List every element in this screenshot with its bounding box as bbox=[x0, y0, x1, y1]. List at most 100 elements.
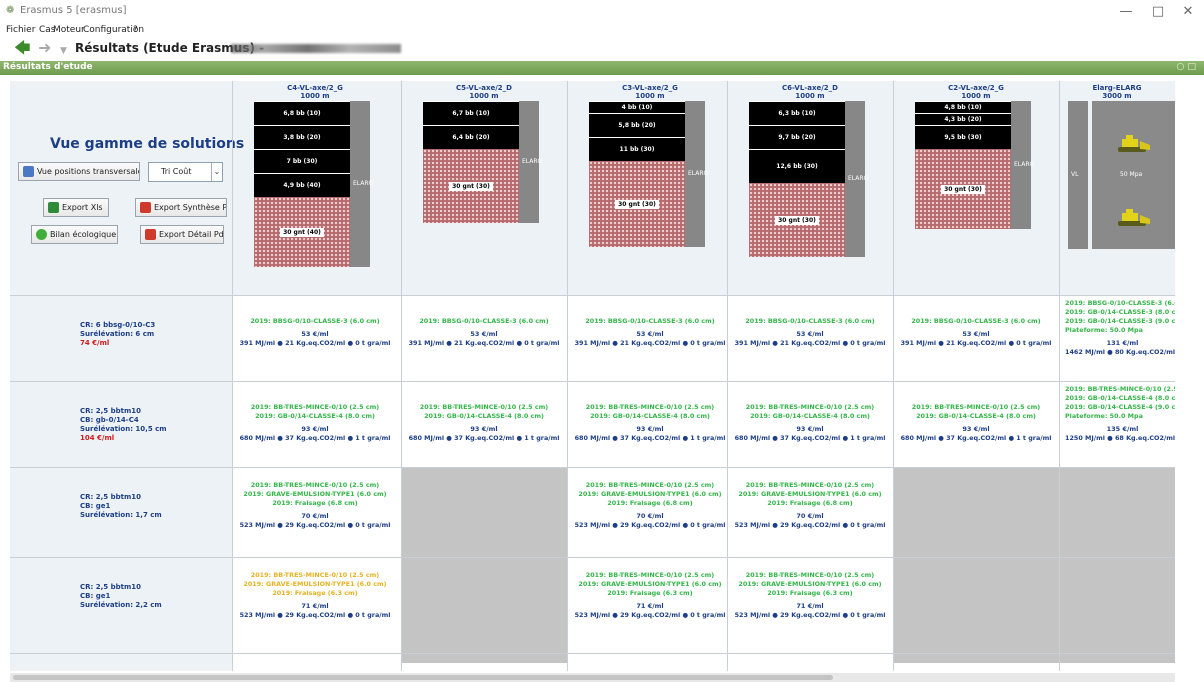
row-label-line: Surélévation: 10,5 cm bbox=[80, 425, 167, 433]
cell-price: 71 €/ml bbox=[636, 602, 664, 610]
solution-cell[interactable]: 2019: BB-TRES-MINCE-0/10 (2.5 cm) 2019: G… bbox=[730, 481, 890, 530]
column-length: 3000 m bbox=[1102, 92, 1132, 100]
structure-line: 2019: GRAVE-EMULSION-TYPE1 (6.0 cm) bbox=[243, 490, 387, 498]
scrollbar-thumb[interactable] bbox=[13, 675, 833, 680]
list-icon bbox=[23, 166, 34, 177]
structure-line: 2019: Fraisage (6.3 cm) bbox=[767, 589, 853, 597]
structure-line: 2019: GRAVE-EMULSION-TYPE1 (6.0 cm) bbox=[738, 490, 882, 498]
structure-line: 2019: BBSG-0/10-CLASSE-3 (6.0 cm) bbox=[1065, 299, 1175, 307]
bilan-ecologique-button[interactable]: Bilan écologique bbox=[31, 225, 118, 244]
export-detail-pdf-button[interactable]: Export Détail Pdf bbox=[140, 225, 224, 244]
cell-price: 131 €/ml bbox=[1106, 339, 1139, 347]
structure-line: 2019: BB-TRES-MINCE-0/10 (2.5 cm) bbox=[585, 403, 715, 411]
bitumen-layer: 6,8 bb (10) bbox=[254, 101, 350, 125]
structure-line: 2019: Fraisage (6.3 cm) bbox=[607, 589, 693, 597]
cell-impact: 523 MJ/ml ● 29 Kg.eq.CO2/ml ● 0 t gra/ml bbox=[574, 611, 726, 619]
solution-cell[interactable]: 2019: BB-TRES-MINCE-0/10 (2.5 cm) 2019: G… bbox=[235, 403, 395, 443]
solution-cell[interactable]: 2019: BBSG-0/10-CLASSE-3 (6.0 cm) 53 €/ml… bbox=[235, 317, 395, 348]
solution-cell[interactable]: 2019: BB-TRES-MINCE-0/10 (2.5 cm) 2019: G… bbox=[404, 403, 564, 443]
sort-select[interactable]: Tri Coût ⌄ bbox=[148, 162, 223, 182]
pavement-stack: 6,3 bb (10) 9,7 bb (20) 12,6 bb (30) 30 gnt… bbox=[749, 101, 845, 257]
structure-line: 2019: GB-0/14-CLASSE-4 (8.0 cm) bbox=[750, 412, 870, 420]
elarg-strip: ELARG bbox=[1011, 101, 1035, 229]
structure-line: Plateforme: 50.0 Mpa bbox=[1065, 326, 1143, 334]
pavement-stack: 4,8 bb (10) 4,3 bb (20) 9,5 bb (30) 30 gnt … bbox=[915, 101, 1011, 229]
menu-help[interactable]: ? bbox=[133, 25, 138, 35]
bitumen-layer: 4 bb (10) bbox=[589, 101, 685, 113]
structure-line: 2019: GB-0/14-CLASSE-4 (8.0 cm) bbox=[590, 412, 710, 420]
cell-price: 135 €/ml bbox=[1106, 425, 1139, 433]
gnt-label: 30 gnt (30) bbox=[615, 199, 659, 209]
column-name: C6-VL-axe/2_D bbox=[782, 84, 838, 92]
toolbar: 🡄 ➜ ▼ Résultats (Etude Erasmus) - bbox=[0, 38, 1204, 60]
row-cost: 74 €/ml bbox=[80, 339, 110, 347]
menu-moteur[interactable]: Moteur bbox=[53, 25, 85, 35]
bitumen-layer: 12,6 bb (30) bbox=[749, 149, 845, 183]
close-icon[interactable]: ✕ bbox=[1170, 2, 1204, 22]
panel-header: Résultats d'etude ○ □ bbox=[0, 61, 1204, 75]
gnt-label: 30 gnt (30) bbox=[941, 184, 985, 194]
solution-cell[interactable]: 2019: BB-TRES-MINCE-0/10 (2.5 cm) 2019: G… bbox=[235, 481, 395, 530]
gnt-label: 30 gnt (40) bbox=[280, 227, 324, 237]
structure-line: 2019: BBSG-0/10-CLASSE-3 (6.0 cm) bbox=[745, 317, 875, 325]
row-label: CR: 2,5 bbtm10 CB: ge1 Surélévation: 2,2 c… bbox=[80, 583, 230, 610]
row-cost: 104 €/ml bbox=[80, 434, 115, 442]
solution-cell[interactable]: 2019: BB-TRES-MINCE-0/10 (2.5 cm) 2019: G… bbox=[570, 403, 730, 443]
structure-line: 2019: GB-0/14-CLASSE-4 (8.0 cm) bbox=[916, 412, 1036, 420]
bitumen-layer: 4,8 bb (10) bbox=[915, 101, 1011, 113]
horizontal-scrollbar[interactable] bbox=[10, 673, 1175, 682]
solution-cell[interactable]: 2019: BBSG-0/10-CLASSE-3 (6.0 cm) 53 €/ml… bbox=[730, 317, 890, 348]
structure-line: 2019: GRAVE-EMULSION-TYPE1 (6.0 cm) bbox=[578, 490, 722, 498]
cell-price: 70 €/ml bbox=[796, 512, 824, 520]
bitumen-layer: 7 bb (30) bbox=[254, 149, 350, 173]
solution-cell[interactable]: 2019: BB-TRES-MINCE-0/10 (2.5 cm) 2019: G… bbox=[896, 403, 1056, 443]
solution-cell[interactable]: 2019: BB-TRES-MINCE-0/10 (2.5 cm) 2019: G… bbox=[730, 571, 890, 620]
back-arrow-icon[interactable]: 🡄 bbox=[14, 39, 31, 57]
export-xls-button[interactable]: Export Xls bbox=[43, 198, 109, 217]
column-length: 1000 m bbox=[300, 92, 330, 100]
solution-cell[interactable]: 2019: BB-TRES-MINCE-0/10 (2.5 cm) 2019: G… bbox=[235, 571, 395, 620]
pavement-stack: 6,8 bb (10) 3,8 bb (20) 7 bb (30) 4,9 bb (4… bbox=[254, 101, 350, 267]
solution-cell[interactable]: 2019: BB-TRES-MINCE-0/10 (2.5 cm) 2019: G… bbox=[570, 571, 730, 620]
cell-price: 93 €/ml bbox=[962, 425, 990, 433]
cell-price: 70 €/ml bbox=[636, 512, 664, 520]
cell-price: 53 €/ml bbox=[301, 330, 329, 338]
cell-price: 93 €/ml bbox=[301, 425, 329, 433]
menu-bar: Fichier Cas Moteur Configuration ? bbox=[0, 24, 1204, 37]
structure-line: 2019: Fraisage (6.8 cm) bbox=[767, 499, 853, 507]
pdf-icon bbox=[145, 229, 156, 240]
column-header: C5-VL-axe/2_D 1000 m bbox=[401, 84, 567, 100]
forward-arrow-icon[interactable]: ➜ bbox=[38, 39, 51, 57]
structure-line: 2019: GRAVE-EMULSION-TYPE1 (6.0 cm) bbox=[243, 580, 387, 588]
app-icon: ❁ bbox=[6, 5, 15, 16]
solution-cell[interactable]: 2019: BB-TRES-MINCE-0/10 (2.5 cm) 2019: G… bbox=[730, 403, 890, 443]
row-label-line: CB: ge1 bbox=[80, 592, 111, 600]
column-length: 1000 m bbox=[961, 92, 991, 100]
column-length: 1000 m bbox=[635, 92, 665, 100]
column-name: C2-VL-axe/2_G bbox=[948, 84, 1004, 92]
structure-line: 2019: Fraisage (6.3 cm) bbox=[272, 589, 358, 597]
solution-cell[interactable]: 2019: BB-TRES-MINCE-0/10 (2.5 cm) 2019: G… bbox=[570, 481, 730, 530]
elarg-cell[interactable]: 2019: BB-TRES-MINCE-0/10 (2.5 cm)2019: G… bbox=[1065, 385, 1175, 443]
redacted-study-name bbox=[231, 44, 401, 53]
pdf-icon bbox=[140, 202, 151, 213]
export-synthese-pdf-button[interactable]: Export Synthèse Pdf bbox=[135, 198, 227, 217]
solution-cell[interactable]: 2019: BBSG-0/10-CLASSE-3 (6.0 cm) 53 €/ml… bbox=[570, 317, 730, 348]
structure-line: 2019: BB-TRES-MINCE-0/10 (2.5 cm) bbox=[250, 571, 380, 579]
menu-fichier[interactable]: Fichier bbox=[6, 25, 35, 35]
panel-controls[interactable]: ○ □ bbox=[1177, 62, 1197, 72]
column-header: C4-VL-axe/2_G 1000 m bbox=[232, 84, 398, 100]
solution-cell[interactable]: 2019: BBSG-0/10-CLASSE-3 (6.0 cm) 53 €/ml… bbox=[404, 317, 564, 348]
column-length: 1000 m bbox=[795, 92, 825, 100]
elarg-label: ELARG bbox=[1014, 161, 1035, 168]
elarg-cell[interactable]: 2019: BBSG-0/10-CLASSE-3 (6.0 cm)2019: G… bbox=[1065, 299, 1175, 357]
solution-cell[interactable]: 2019: BBSG-0/10-CLASSE-3 (6.0 cm) 53 €/ml… bbox=[896, 317, 1056, 348]
bitumen-layer: 6,7 bb (10) bbox=[423, 101, 519, 125]
positions-button[interactable]: Vue positions transversales bbox=[18, 162, 140, 181]
bitumen-layer: 9,5 bb (30) bbox=[915, 125, 1011, 149]
row-label-line: Surélévation: 2,2 cm bbox=[80, 601, 162, 609]
elarg-label: ELARG bbox=[688, 170, 709, 177]
column-header: C2-VL-axe/2_G 1000 m bbox=[893, 84, 1059, 100]
minimize-icon[interactable]: — bbox=[1108, 2, 1144, 22]
chevron-down-icon[interactable]: ▼ bbox=[60, 42, 67, 60]
